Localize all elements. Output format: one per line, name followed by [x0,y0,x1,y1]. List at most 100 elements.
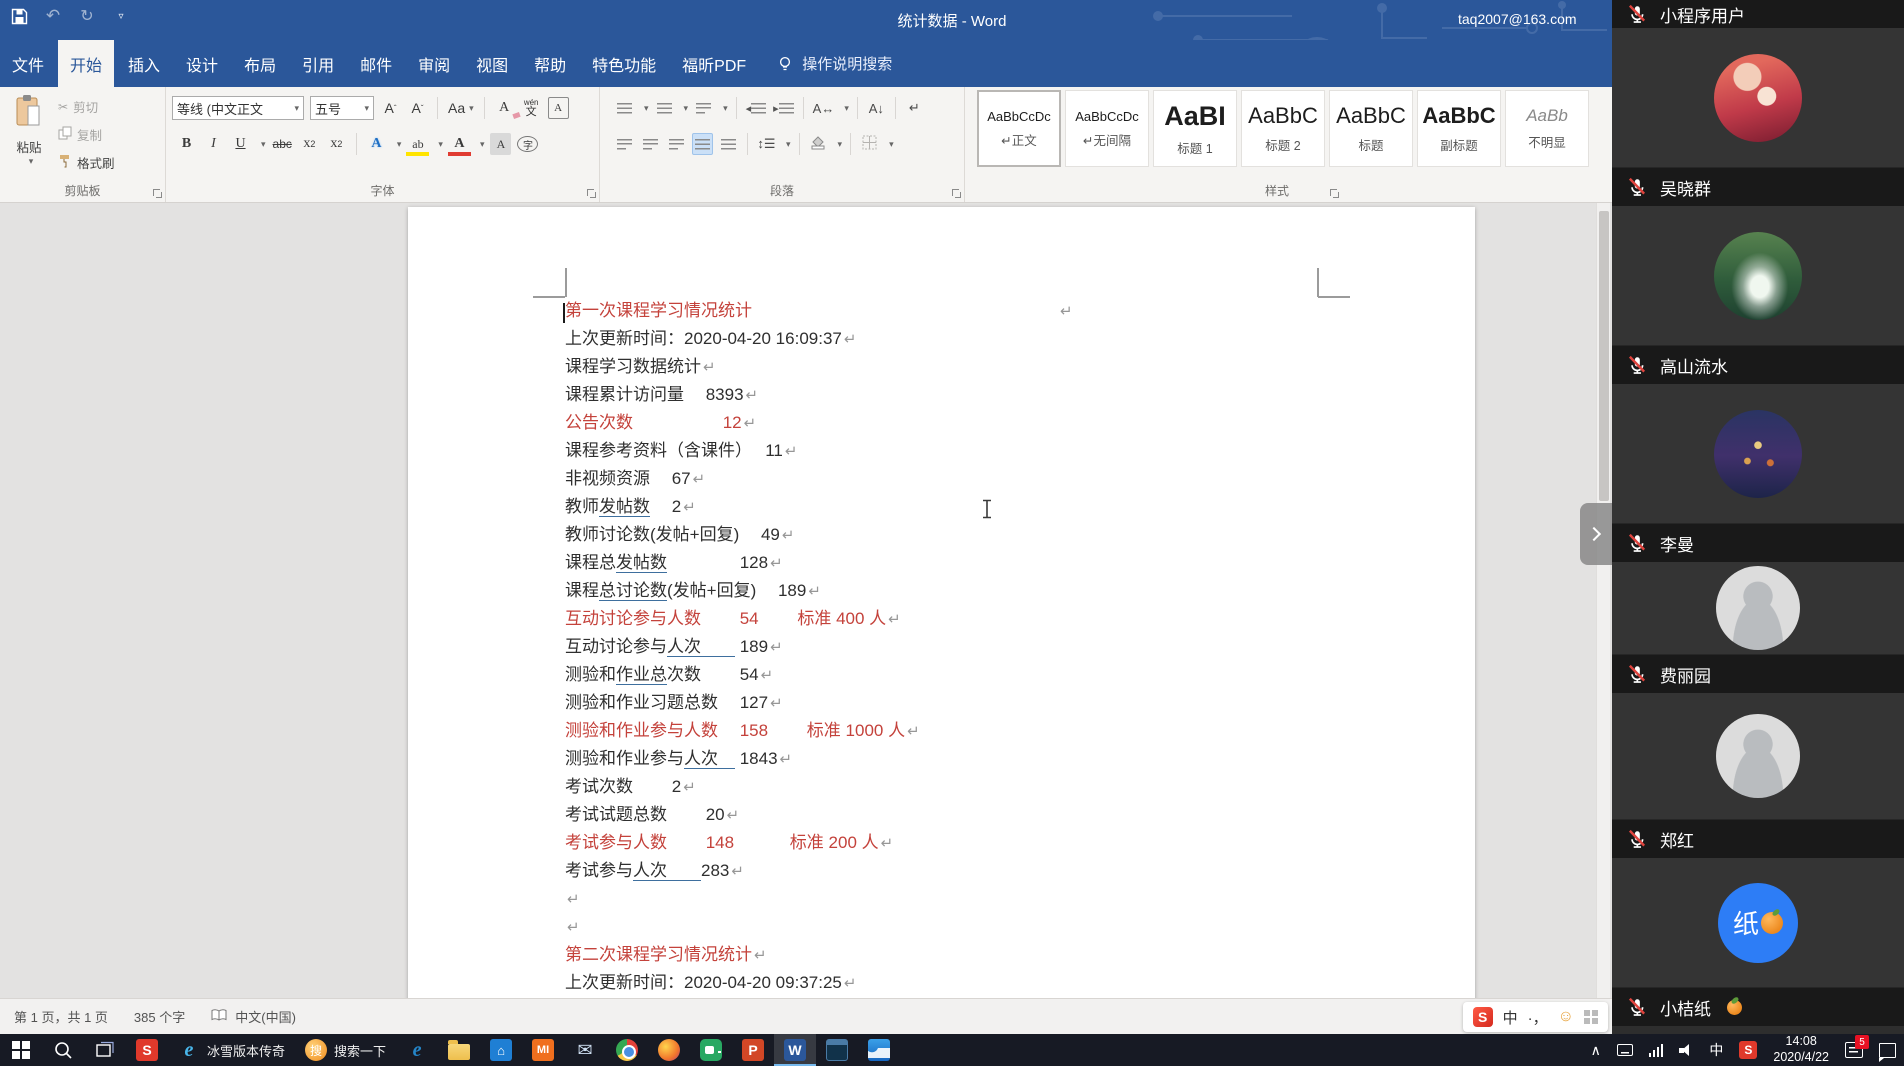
volume-tray-icon[interactable] [1671,1034,1701,1066]
participant-tile-2[interactable] [1612,206,1904,346]
participant-name-row-3[interactable]: 李曼 [1612,524,1904,562]
taskbar-item-mi[interactable]: MI [522,1034,564,1066]
account-email[interactable]: taq2007@163.com [1458,11,1577,27]
style-item-4[interactable]: AaBbC标题 [1329,90,1413,167]
align-right-button[interactable] [666,133,687,155]
panel-collapse-button[interactable] [1580,503,1612,565]
style-item-1[interactable]: AaBbCcDc↵无间隔 [1065,90,1149,167]
character-shading-button[interactable]: A [490,133,511,155]
align-center-button[interactable] [640,133,661,155]
style-item-0[interactable]: AaBbCcDc↵正文 [977,90,1061,167]
taskbar-item-folder[interactable] [438,1034,480,1066]
copy-button[interactable]: 复制 [58,125,115,144]
ribbon-tab-2[interactable]: 插入 [116,40,172,87]
paragraph-dialog-launcher[interactable] [951,188,961,198]
style-item-2[interactable]: AaBI标题 1 [1153,90,1237,167]
strikethrough-button[interactable]: abc [272,133,293,155]
action-center-button[interactable] [1871,1034,1904,1066]
vertical-scrollbar[interactable] [1596,203,1610,998]
bullet-list-button[interactable] [614,97,635,119]
line-spacing-button[interactable]: ↕☰ [756,133,777,155]
taskbar-item-meeting[interactable] [690,1034,732,1066]
taskbar-item-taskview[interactable] [84,1034,126,1066]
font-size-select[interactable]: 五号▾ [310,96,374,120]
participant-name-row-0[interactable]: 小程序用户 [1612,0,1904,28]
ime-mode-chinese[interactable]: 中 [1503,1007,1518,1028]
sogou-logo-icon[interactable]: S [1473,1007,1493,1027]
taskbar-item-mail[interactable]: ✉ [564,1034,606,1066]
ribbon-tab-10[interactable]: 特色功能 [580,40,668,87]
phonetic-guide-button[interactable]: wén文 [521,97,542,119]
network-tray-icon[interactable] [1641,1034,1672,1066]
style-item-3[interactable]: AaBbC标题 2 [1241,90,1325,167]
font-color-button[interactable]: A [449,133,470,155]
ime-emoji-icon[interactable]: ☺ [1558,1008,1574,1026]
scrollbar-thumb[interactable] [1599,211,1609,501]
participant-name-row-2[interactable]: 高山流水 [1612,346,1904,384]
italic-button[interactable]: I [203,133,224,155]
participant-name-row-5[interactable]: 郑红 [1612,820,1904,858]
sogou-tray-icon[interactable]: S [1731,1034,1765,1066]
ime-mode-tray[interactable]: 中 [1701,1034,1731,1066]
ime-toolbox-icon[interactable] [1584,1010,1598,1024]
taskbar-item-firefox[interactable] [648,1034,690,1066]
ribbon-tab-9[interactable]: 帮助 [522,40,578,87]
ribbon-tab-8[interactable]: 视图 [464,40,520,87]
taskbar-item-store[interactable]: ⌂ [480,1034,522,1066]
shrink-font-button[interactable]: Aˇ [407,97,428,119]
style-item-5[interactable]: AaBbC副标题 [1417,90,1501,167]
participant-tile-3[interactable] [1612,384,1904,524]
sort-button[interactable]: A↓ [866,97,887,119]
increase-indent-button[interactable]: ▸ [772,97,795,119]
participant-tile-6[interactable]: 纸 [1612,858,1904,988]
change-case-button[interactable]: Aa▾ [447,97,475,119]
ribbon-tab-6[interactable]: 邮件 [348,40,404,87]
taskbar-item-wave[interactable] [858,1034,900,1066]
document-page[interactable]: 第一次课程学习情况统计 ↵上次更新时间：2020-04-20 16:09:37↵… [408,207,1475,998]
notification-tray-icon[interactable]: 5 [1837,1034,1871,1066]
character-border-button[interactable]: A [548,97,569,119]
superscript-button[interactable]: x2 [326,133,347,155]
grow-font-button[interactable]: Aˆ [380,97,401,119]
asian-layout-button[interactable]: A↔ [812,97,836,119]
decrease-indent-button[interactable]: ◂ [745,97,768,119]
undo-icon[interactable]: ↶ [44,7,62,25]
tell-me-search[interactable]: 操作说明搜索 [776,40,892,87]
underline-button[interactable]: U [230,133,251,155]
cut-button[interactable]: ✂剪切 [58,97,115,116]
ribbon-tab-3[interactable]: 设计 [174,40,230,87]
taskbar-item-console[interactable] [816,1034,858,1066]
clipboard-dialog-launcher[interactable] [152,188,162,198]
justify-button[interactable] [692,133,713,155]
paste-dropdown-icon[interactable]: ▾ [29,156,34,167]
taskbar-item-edge[interactable]: e [396,1034,438,1066]
ime-punctuation-icon[interactable]: ·， [1528,1007,1548,1028]
ribbon-tab-5[interactable]: 引用 [290,40,346,87]
underline-dropdown-icon[interactable]: ▾ [261,139,266,150]
participant-name-row-6[interactable]: 小桔纸 [1612,988,1904,1026]
multilevel-list-button[interactable] [693,97,714,119]
styles-dialog-launcher[interactable] [1329,188,1339,198]
bold-button[interactable]: B [176,133,197,155]
taskbar-item-word[interactable]: W [774,1034,816,1066]
font-dialog-launcher[interactable] [586,188,596,198]
page-count-status[interactable]: 第 1 页，共 1 页 [14,1007,108,1026]
ribbon-tab-4[interactable]: 布局 [232,40,288,87]
clear-formatting-button[interactable]: A [494,97,515,119]
shading-button[interactable] [808,133,829,155]
keyboard-tray-icon[interactable] [1609,1034,1641,1066]
taskbar-item-sou[interactable]: 搜搜索一下 [295,1034,396,1066]
language-status[interactable]: 中文(中国) [211,1007,296,1026]
style-item-6[interactable]: AaBb不明显 [1505,90,1589,167]
subscript-button[interactable]: x2 [299,133,320,155]
participant-tile-1[interactable] [1612,28,1904,168]
ribbon-tab-0[interactable]: 文件 [0,40,56,87]
text-effects-button[interactable]: A [366,133,387,155]
customize-qat-icon[interactable]: ▿ [112,7,130,25]
format-painter-button[interactable]: 格式刷 [58,153,115,172]
ribbon-tab-1[interactable]: 开始 [58,40,114,87]
redo-icon[interactable]: ↻ [78,7,96,25]
ribbon-tab-7[interactable]: 审阅 [406,40,462,87]
borders-button[interactable] [859,133,880,155]
save-icon[interactable] [10,7,28,25]
